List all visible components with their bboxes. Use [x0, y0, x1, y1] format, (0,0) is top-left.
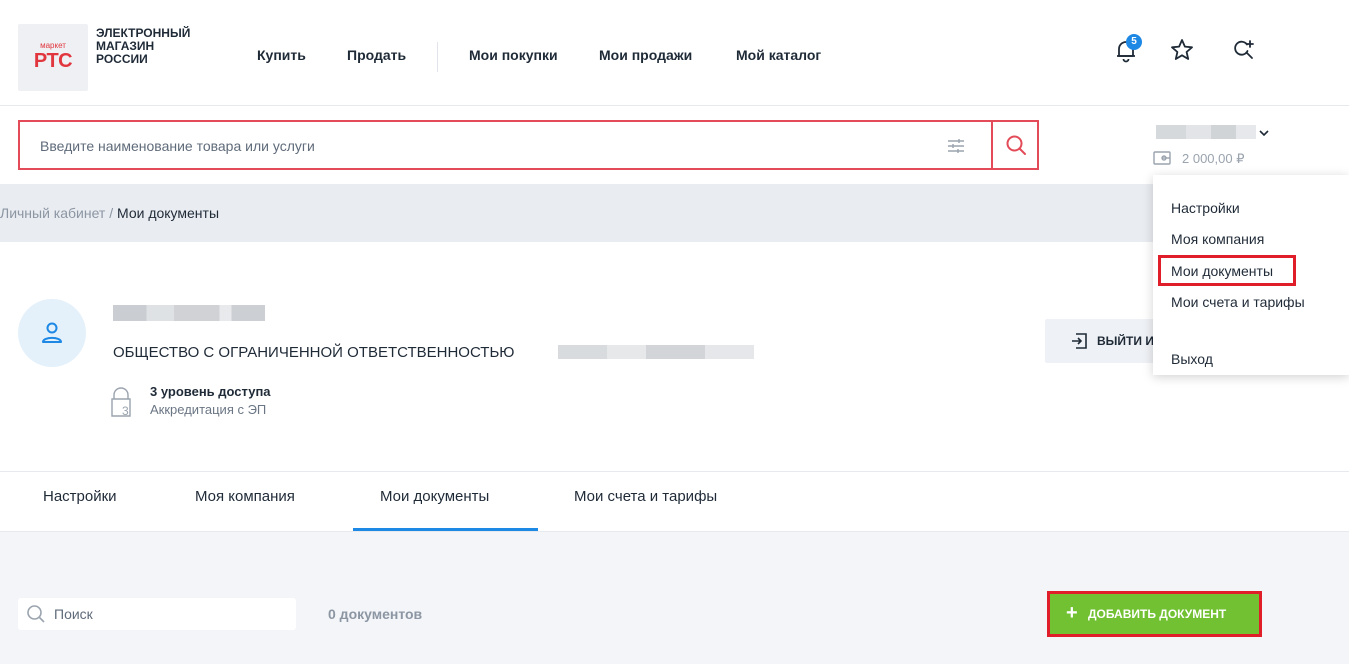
exit-button-label: ВЫЙТИ И — [1097, 334, 1154, 348]
logo[interactable]: маркет РТС — [18, 24, 88, 91]
tab-my-company[interactable]: Моя компания — [195, 488, 295, 505]
plus-icon: + — [1066, 602, 1078, 624]
menu-item-settings[interactable]: Настройки — [1171, 200, 1240, 216]
nav-my-catalog[interactable]: Мой каталог — [736, 47, 821, 63]
filter-icon[interactable] — [946, 136, 966, 156]
nav-divider — [437, 42, 438, 72]
accreditation-type: Аккредитация с ЭП — [150, 402, 267, 417]
breadcrumb-root[interactable]: Личный кабинет / — [0, 205, 117, 221]
nav-my-purchases[interactable]: Мои покупки — [469, 47, 558, 63]
tab-my-documents[interactable]: Мои документы — [380, 488, 489, 505]
logo-brand-text: РТС — [33, 50, 73, 72]
menu-item-accounts-tariffs[interactable]: Мои счета и тарифы — [1171, 294, 1305, 310]
saved-search-icon[interactable] — [1230, 36, 1258, 64]
lock-icon: 3 — [110, 385, 140, 419]
user-name[interactable] — [1156, 125, 1256, 139]
organization-name: ОБЩЕСТВО С ОГРАНИЧЕННОЙ ОТВЕТСТВЕННОСТЬЮ — [113, 344, 515, 361]
search-icon — [1006, 135, 1026, 155]
nav-sell[interactable]: Продать — [347, 47, 406, 63]
account-balance: 2 000,00 ₽ — [1182, 151, 1245, 166]
nav-my-sales[interactable]: Мои продажи — [599, 47, 692, 63]
documents-search — [18, 598, 296, 630]
search-icon — [27, 605, 45, 623]
user-icon — [42, 322, 62, 343]
breadcrumb-current: Мои документы — [117, 205, 220, 221]
access-level: 3 уровень доступа — [150, 384, 271, 399]
tab-settings[interactable]: Настройки — [43, 488, 117, 505]
documents-count: 0 документов — [328, 606, 423, 622]
exit-button[interactable]: ВЫЙТИ И — [1045, 319, 1157, 363]
logo-caption-line: РОССИИ — [96, 52, 148, 66]
profile-user-name — [113, 305, 265, 321]
nav-buy[interactable]: Купить — [257, 47, 306, 63]
logout-icon — [1072, 333, 1087, 349]
notification-badge: 5 — [1126, 34, 1142, 50]
star-icon[interactable] — [1168, 36, 1196, 64]
menu-item-highlight — [1158, 255, 1296, 286]
breadcrumb: Личный кабинет / Мои документы — [0, 184, 1349, 242]
search-button[interactable] — [991, 120, 1039, 170]
add-document-button[interactable]: + ДОБАВИТЬ ДОКУМЕНТ — [1050, 594, 1259, 634]
menu-item-my-company[interactable]: Моя компания — [1171, 231, 1264, 247]
logo-small-text: маркет — [40, 41, 66, 50]
tab-my-accounts-tariffs[interactable]: Мои счета и тарифы — [574, 488, 717, 505]
add-document-label: ДОБАВИТЬ ДОКУМЕНТ — [1088, 607, 1227, 621]
search-box — [18, 120, 991, 170]
wallet-icon — [1153, 150, 1171, 166]
avatar — [18, 299, 86, 367]
search-input[interactable] — [40, 135, 900, 157]
chevron-down-icon[interactable] — [1258, 126, 1270, 138]
logo-caption: ЭЛЕКТРОННЫЙ МАГАЗИН РОССИИ — [96, 27, 190, 66]
lock-level-digit: 3 — [122, 404, 129, 418]
organization-name-redacted — [558, 345, 754, 359]
active-tab-indicator — [353, 528, 538, 531]
menu-item-logout[interactable]: Выход — [1171, 351, 1213, 367]
documents-search-input[interactable] — [54, 604, 284, 624]
